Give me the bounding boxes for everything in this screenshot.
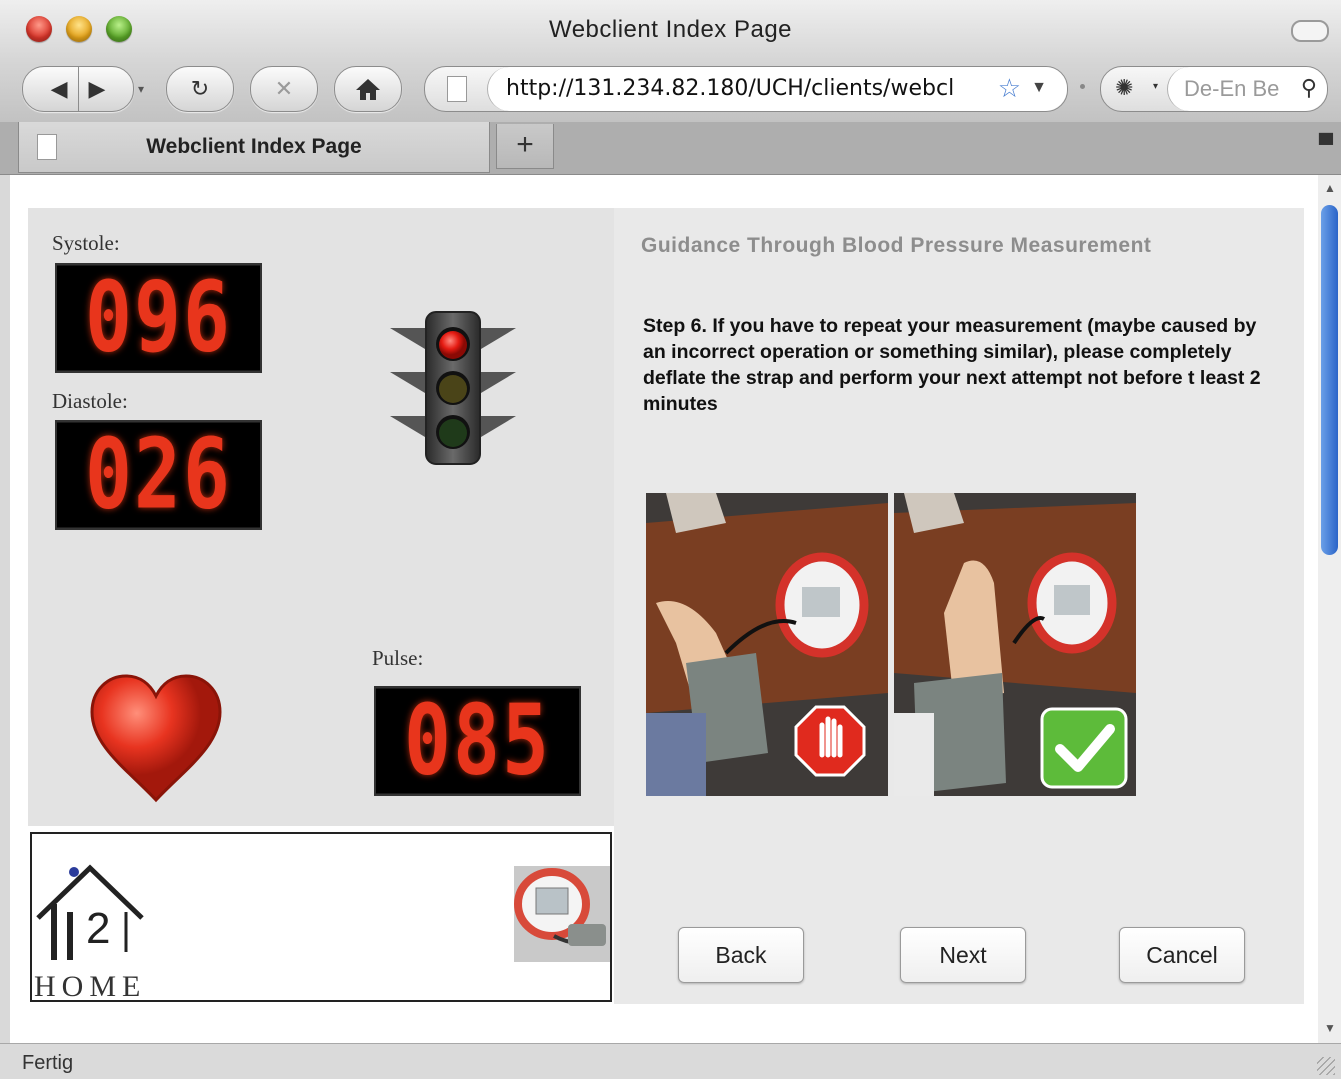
search-engine-dropdown-icon[interactable]: ▾: [1153, 81, 1158, 92]
search-engine-icon[interactable]: ✺: [1115, 75, 1133, 101]
search-icon[interactable]: ⚲: [1301, 75, 1317, 101]
pulse-label: Pulse:: [372, 646, 424, 670]
home-icon: [356, 79, 380, 100]
logo-text: HOME: [34, 970, 147, 1003]
status-text: Fertig: [22, 1052, 74, 1074]
new-tab-button[interactable]: +: [496, 124, 554, 169]
reload-button[interactable]: ↻: [166, 66, 234, 112]
stop-button[interactable]: ✕: [250, 66, 318, 112]
scroll-up-icon[interactable]: ▲: [1324, 181, 1336, 195]
tab-list-icon[interactable]: ▀: [1319, 134, 1333, 157]
browser-toolbar: ◀ ▶ ▾ ↻ ✕ http://131.234.82.180/UCH/clie…: [0, 60, 1341, 122]
reload-icon: ↻: [190, 76, 210, 101]
heart-icon: [90, 674, 222, 803]
toolbar-toggle-button[interactable]: [1291, 20, 1329, 42]
blood-pressure-monitor-icon: [514, 866, 610, 962]
pulse-display: 085: [374, 686, 581, 796]
back-arrow-icon[interactable]: ◀: [51, 76, 68, 102]
toolbar-separator: [1080, 84, 1085, 89]
url-input[interactable]: http://131.234.82.180/UCH/clients/webcl: [487, 67, 1067, 111]
window-titlebar: Webclient Index Page: [0, 0, 1341, 60]
diastole-label: Diastole:: [52, 389, 128, 413]
back-button[interactable]: Back: [678, 927, 804, 983]
brand-banner: 2 HOME: [30, 832, 612, 1003]
address-bar[interactable]: http://131.234.82.180/UCH/clients/webcl …: [424, 66, 1068, 112]
tab-webclient[interactable]: Webclient Index Page: [18, 122, 490, 173]
tab-bar: Webclient Index Page + ▀: [0, 122, 1341, 175]
tab-label: Webclient Index Page: [146, 135, 362, 158]
instruction-photo-correct: [894, 493, 1136, 796]
back-forward-group: ◀ ▶: [22, 66, 134, 112]
window-title: Webclient Index Page: [548, 16, 793, 43]
stop-icon: ✕: [274, 76, 294, 101]
guidance-title: Guidance Through Blood Pressure Measurem…: [641, 234, 1152, 257]
scrollbar-thumb[interactable]: [1321, 205, 1338, 555]
search-box[interactable]: ✺ ▾ De-En Be ⚲: [1100, 66, 1328, 112]
systole-label: Systole:: [52, 231, 120, 255]
next-button[interactable]: Next: [900, 927, 1026, 983]
instruction-photo-wrong: [646, 493, 888, 796]
url-dropdown-icon[interactable]: ▼: [1031, 79, 1047, 97]
step-instruction: Step 6. If you have to repeat your measu…: [643, 315, 1261, 415]
home-button[interactable]: [334, 66, 402, 112]
diastole-display: 026: [55, 420, 262, 530]
resize-grip-icon[interactable]: [1317, 1057, 1335, 1075]
systole-display: 096: [55, 263, 262, 373]
forward-arrow-icon[interactable]: ▶: [89, 76, 106, 102]
logo-number: 2: [86, 904, 111, 953]
page-icon: [447, 76, 467, 102]
vertical-scrollbar[interactable]: ▲ ▼: [1318, 175, 1341, 1043]
history-dropdown-icon[interactable]: ▾: [138, 82, 144, 96]
traffic-light-icon: [390, 311, 516, 465]
scroll-down-icon[interactable]: ▼: [1324, 1021, 1336, 1035]
cancel-button[interactable]: Cancel: [1119, 927, 1245, 983]
bookmark-star-icon[interactable]: ☆: [998, 73, 1021, 104]
status-bar: Fertig: [0, 1043, 1341, 1079]
